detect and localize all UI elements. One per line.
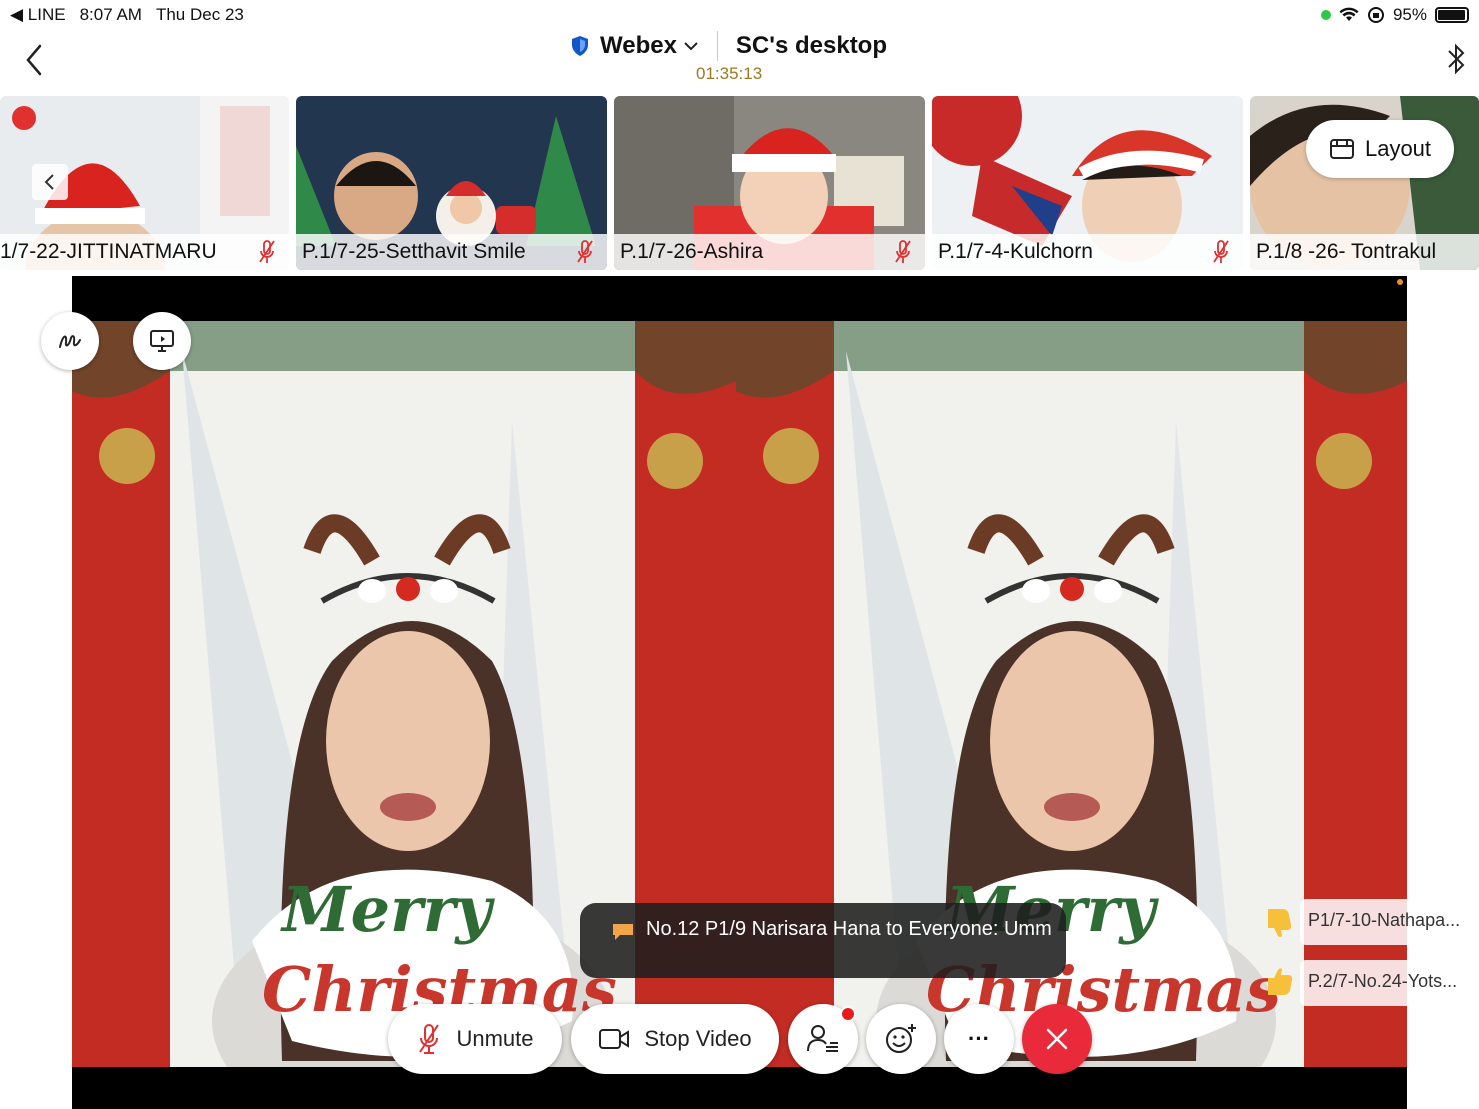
close-icon	[1046, 1028, 1068, 1050]
status-date: Thu Dec 23	[155, 5, 244, 24]
chevron-down-icon[interactable]	[683, 41, 699, 51]
layout-icon	[1329, 139, 1354, 159]
muted-mic-icon	[1213, 240, 1229, 263]
participant-name-bar: P.1/7-25-Setthavit Smile	[296, 234, 607, 270]
status-bar: ◀ LINE 8:07 AM Thu Dec 23 95%	[0, 0, 1479, 28]
banner-merry-text: Merry	[280, 873, 495, 946]
participant-name: P.1/7-25-Setthavit Smile	[302, 240, 526, 263]
status-time: 8:07 AM	[79, 5, 142, 24]
more-options-button[interactable]: ···	[944, 1004, 1014, 1074]
layout-button[interactable]: Layout	[1306, 120, 1454, 178]
participant-tile[interactable]: P.1/7-25-Setthavit Smile	[296, 96, 607, 270]
stop-video-label: Stop Video	[644, 1026, 752, 1051]
chat-message: No.12 P1/9 Narisara Hana to Everyone: Um…	[646, 918, 1052, 940]
header-divider	[716, 31, 718, 61]
screen-share-view-button[interactable]	[133, 312, 191, 370]
more-options-icon: ···	[968, 1026, 990, 1051]
strip-previous-button[interactable]	[32, 164, 68, 200]
participant-tile[interactable]: P.1/7-4-Kulchorn	[932, 96, 1243, 270]
annotate-button[interactable]	[41, 312, 99, 370]
muted-mic-icon	[895, 240, 911, 263]
participant-name-bar: 1/7-22-JITTINATMARU	[0, 234, 289, 270]
muted-mic-icon	[259, 240, 275, 263]
participant-strip: 1/7-22-JITTINATMARU P.1/7-25-Setthavit S…	[0, 96, 1479, 270]
app-name[interactable]: Webex	[600, 32, 677, 60]
reaction-name: P.2/7-No.24-Yots...	[1308, 971, 1458, 991]
thumbs-up-emoji-icon	[1268, 968, 1293, 995]
muted-mic-icon	[419, 1024, 440, 1054]
thumbs-down-emoji-icon	[1268, 909, 1292, 937]
recording-badge-icon	[12, 106, 36, 130]
shared-screen-area: Merry Christmas Merry Christmas	[72, 276, 1407, 1109]
unmute-label: Unmute	[456, 1026, 534, 1051]
meeting-title: SC's desktop	[735, 32, 887, 59]
participant-tile[interactable]: P.1/7-26-Ashira	[614, 96, 925, 270]
bluetooth-icon[interactable]	[1445, 42, 1467, 76]
notification-dot	[840, 1006, 856, 1022]
battery-icon	[1435, 7, 1469, 23]
layout-label: Layout	[1364, 136, 1432, 161]
back-to-app-link[interactable]: ◀ LINE	[10, 5, 66, 25]
video-camera-icon	[599, 1029, 630, 1049]
reaction-item: P1/7-10-Nathapa...	[1262, 899, 1479, 945]
wifi-icon	[1339, 7, 1359, 21]
participants-list-icon	[807, 1025, 838, 1052]
activity-dot	[1397, 279, 1403, 285]
participant-tile[interactable]: 1/7-22-JITTINATMARU	[0, 96, 289, 270]
emoji-add-icon	[886, 1024, 916, 1053]
chat-bubble-icon	[613, 924, 633, 940]
participant-name-bar: P.1/8 -26- Tontrakul	[1250, 234, 1479, 270]
pen-squiggle-icon	[59, 335, 81, 348]
monitor-icon	[150, 330, 174, 352]
participant-name: P.1/7-26-Ashira	[620, 240, 764, 263]
camera-in-use-icon	[1320, 10, 1331, 20]
chat-notification[interactable]: No.12 P1/9 Narisara Hana to Everyone: Um…	[580, 903, 1066, 978]
participant-name: 1/7-22-JITTINATMARU	[0, 240, 217, 263]
participant-name-bar: P.1/7-26-Ashira	[614, 234, 925, 270]
participant-name: P.1/7-4-Kulchorn	[938, 240, 1093, 263]
reactions-button[interactable]	[866, 1004, 936, 1074]
battery-percent: 95%	[1392, 5, 1427, 24]
participant-name-bar: P.1/7-4-Kulchorn	[932, 234, 1243, 270]
meeting-control-bar: Unmute Stop Video ···	[0, 1004, 1479, 1076]
unmute-button[interactable]: Unmute	[388, 1004, 562, 1074]
participant-name: P.1/8 -26- Tontrakul	[1256, 240, 1437, 263]
reaction-item: P.2/7-No.24-Yots...	[1262, 960, 1479, 1006]
back-chevron-icon[interactable]	[20, 42, 50, 78]
muted-mic-icon	[577, 240, 593, 263]
orientation-lock-icon	[1367, 7, 1384, 23]
secure-shield-icon	[572, 36, 588, 56]
stop-video-button[interactable]: Stop Video	[571, 1004, 779, 1074]
meeting-header: Webex SC's desktop 01:35:13	[0, 28, 1479, 94]
reaction-name: P1/7-10-Nathapa...	[1308, 910, 1461, 930]
participants-button[interactable]	[788, 1004, 858, 1074]
meeting-timer: 01:35:13	[696, 64, 763, 83]
leave-meeting-button[interactable]	[1022, 1004, 1092, 1074]
